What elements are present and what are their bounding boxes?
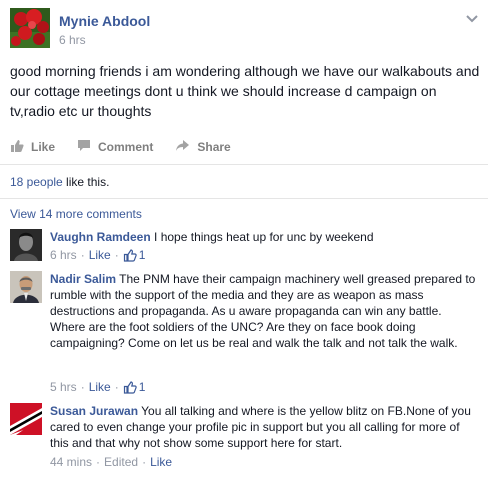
- author-avatar[interactable]: [10, 8, 50, 48]
- view-more-comments-link[interactable]: View 14 more comments: [10, 207, 142, 221]
- like-label: Like: [31, 140, 56, 154]
- separator-dot: ·: [80, 380, 85, 394]
- post-actions: Like Comment Share: [10, 138, 253, 156]
- commenter-name[interactable]: Nadir Salim: [50, 272, 116, 286]
- comment-time[interactable]: 44 mins: [50, 455, 92, 469]
- commenter-avatar[interactable]: [10, 271, 42, 303]
- comment-like-button[interactable]: Like: [89, 380, 111, 394]
- commenter-name[interactable]: Vaughn Ramdeen: [50, 230, 151, 244]
- comment-time[interactable]: 5 hrs: [50, 380, 77, 394]
- comment-edited-label[interactable]: Edited: [104, 455, 138, 469]
- comment-like-button[interactable]: Like: [89, 248, 111, 262]
- separator-dot: ·: [114, 248, 119, 262]
- likes-suffix: like this.: [62, 175, 110, 189]
- comment-like-count[interactable]: 1: [123, 248, 146, 262]
- comment-meta: 44 mins · Edited · Like: [50, 455, 172, 469]
- comment-button[interactable]: Comment: [77, 139, 153, 155]
- commenter-name[interactable]: Susan Jurawan: [50, 404, 138, 418]
- separator-dot: ·: [114, 380, 119, 394]
- divider: [0, 198, 488, 199]
- chevron-down-icon[interactable]: [466, 11, 478, 23]
- post-author-name[interactable]: Mynie Abdool: [59, 13, 150, 29]
- comment-body: Susan Jurawan You all talking and where …: [50, 403, 480, 451]
- separator-dot: ·: [80, 248, 85, 262]
- commenter-avatar[interactable]: [10, 403, 42, 435]
- comment-text: I hope things heat up for unc by weekend: [154, 230, 374, 244]
- comment-meta: 5 hrs · Like · 1: [50, 380, 145, 394]
- like-button[interactable]: Like: [10, 139, 55, 156]
- comment-like-number: 1: [138, 248, 146, 262]
- share-arrow-icon: [175, 139, 197, 155]
- comment-time[interactable]: 6 hrs: [50, 248, 77, 262]
- thumbs-up-outline-icon: [123, 380, 137, 394]
- separator-dot: ·: [96, 455, 101, 469]
- comment-body: Nadir Salim The PNM have their campaign …: [50, 271, 480, 351]
- comment-item: Susan Jurawan You all talking and where …: [10, 403, 480, 471]
- speech-bubble-icon: [77, 139, 98, 155]
- comment-like-count[interactable]: 1: [123, 380, 146, 394]
- commenter-avatar[interactable]: [10, 229, 42, 261]
- thumbs-up-outline-icon: [123, 248, 137, 262]
- comment-meta: 6 hrs · Like · 1: [50, 248, 145, 262]
- comment-item: Nadir Salim The PNM have their campaign …: [10, 271, 480, 396]
- post-timestamp[interactable]: 6 hrs: [59, 33, 86, 47]
- separator-dot: ·: [142, 455, 147, 469]
- comment-like-number: 1: [138, 380, 146, 394]
- comment-like-button[interactable]: Like: [150, 455, 172, 469]
- share-label: Share: [197, 140, 231, 154]
- post-message: good morning friends i am wondering alth…: [10, 63, 480, 119]
- thumbs-up-icon: [10, 139, 31, 156]
- post-header: Mynie Abdool 6 hrs: [10, 8, 478, 52]
- share-button[interactable]: Share: [175, 139, 231, 155]
- comment-body: Vaughn Ramdeen I hope things heat up for…: [50, 229, 480, 245]
- likes-summary: 18 people like this.: [10, 175, 109, 189]
- likes-people-link[interactable]: 18 people: [10, 175, 63, 189]
- comment-label: Comment: [98, 140, 154, 154]
- divider: [0, 164, 488, 165]
- comment-item: Vaughn Ramdeen I hope things heat up for…: [10, 229, 480, 263]
